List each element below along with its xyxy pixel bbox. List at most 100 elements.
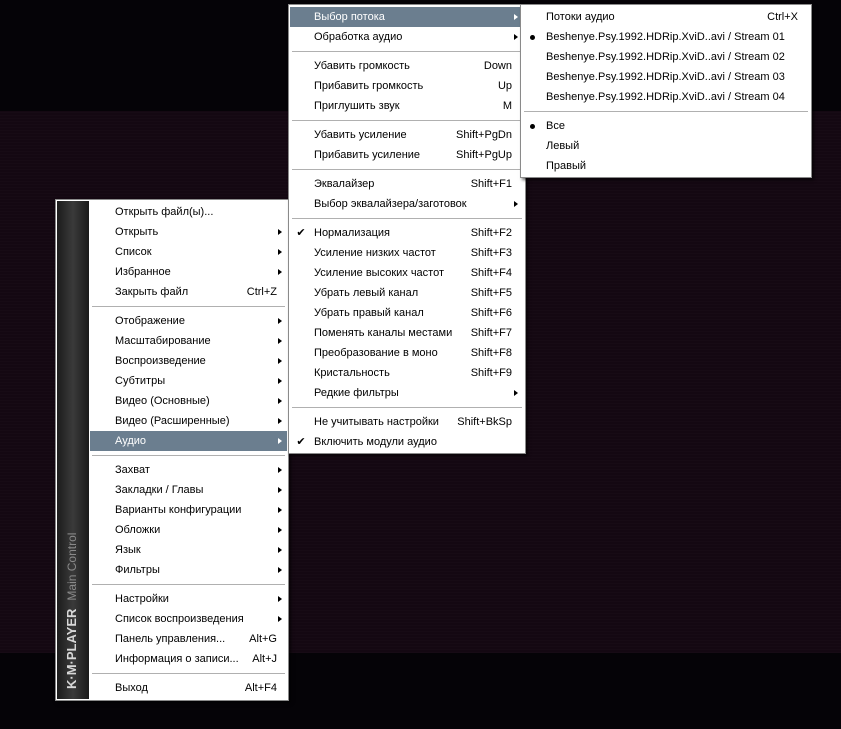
audio-menu-item[interactable]: Прибавить усиление Shift+PgUp [290, 145, 524, 165]
audio-menu-item[interactable]: Не учитывать настройки Shift+BkSp [290, 412, 524, 432]
menu-separator [92, 455, 285, 456]
audio-menu-item-shortcut: Shift+F5 [470, 287, 512, 299]
audio-menu-item-label: Усиление низких частот [314, 247, 436, 259]
stream-menu-item[interactable]: Beshenye.Psy.1992.HDRip.XviD..avi / Stre… [522, 87, 810, 107]
audio-menu-item-label: Убрать левый канал [314, 287, 419, 299]
main-menu-item[interactable]: Масштабирование [90, 331, 287, 351]
main-menu-item-label: Настройки [115, 593, 169, 605]
stream-menu-item-shortcut: Ctrl+X [767, 11, 798, 23]
stream-menu-item-label: Beshenye.Psy.1992.HDRip.XviD..avi / Stre… [546, 71, 785, 83]
submenu-arrow-icon [278, 547, 282, 553]
audio-menu-item[interactable]: Убавить усиление Shift+PgDn [290, 125, 524, 145]
main-menu-item[interactable]: Аудио [90, 431, 287, 451]
audio-menu-item-label: Эквалайзер [314, 178, 375, 190]
main-menu-item[interactable]: Открыть [90, 222, 287, 242]
stream-menu-item-label: Beshenye.Psy.1992.HDRip.XviD..avi / Stre… [546, 31, 785, 43]
checkmark-icon: ✔ [296, 227, 306, 239]
main-menu-item-label: Список воспроизведения [115, 613, 244, 625]
stream-menu-item[interactable]: Левый [522, 136, 810, 156]
audio-menu-item-label: Поменять каналы местами [314, 327, 453, 339]
stream-menu-item-label: Все [546, 120, 565, 132]
stream-menu-item[interactable]: Beshenye.Psy.1992.HDRip.XviD..avi / Stre… [522, 47, 810, 67]
audio-menu-item[interactable]: Выбор эквалайзера/заготовок [290, 194, 524, 214]
main-menu-item[interactable]: Язык [90, 540, 287, 560]
main-menu-item-label: Обложки [115, 524, 161, 536]
audio-menu-item-label: Редкие фильтры [314, 387, 399, 399]
submenu-arrow-icon [278, 507, 282, 513]
submenu-arrow-icon [278, 229, 282, 235]
main-menu-item[interactable]: Список воспроизведения [90, 609, 287, 629]
audio-menu-item-label: Усиление высоких частот [314, 267, 445, 279]
audio-menu-item-shortcut: Shift+PgDn [456, 129, 512, 141]
audio-menu-item[interactable]: Убрать правый канал Shift+F6 [290, 303, 524, 323]
main-menu-item-label: Избранное [115, 266, 171, 278]
audio-menu-item[interactable]: Обработка аудио [290, 27, 524, 47]
main-menu-item-label: Фильтры [115, 564, 160, 576]
audio-menu-item-label: Прибавить громкость [314, 80, 424, 92]
audio-menu-item[interactable]: Усиление высоких частот Shift+F4 [290, 263, 524, 283]
main-menu-item[interactable]: Захват [90, 460, 287, 480]
stream-menu-item-label: Beshenye.Psy.1992.HDRip.XviD..avi / Stre… [546, 51, 785, 63]
main-menu-item[interactable]: Информация о записи... Alt+J [90, 649, 287, 669]
audio-menu-item[interactable]: Редкие фильтры [290, 383, 524, 403]
submenu-arrow-icon [278, 358, 282, 364]
audio-menu-item[interactable]: Преобразование в моно Shift+F8 [290, 343, 524, 363]
audio-menu-item[interactable]: Убавить громкость Down [290, 56, 524, 76]
main-context-menu: K·M·PLAYERMain Control Открыть файл(ы)..… [55, 199, 289, 701]
main-menu-item-label: Закладки / Главы [115, 484, 204, 496]
main-menu-item[interactable]: Открыть файл(ы)... [90, 202, 287, 222]
stream-menu-item[interactable]: Все [522, 116, 810, 136]
main-menu-item[interactable]: Воспроизведение [90, 351, 287, 371]
main-menu-item[interactable]: Список [90, 242, 287, 262]
audio-menu-item[interactable]: Прибавить громкость Up [290, 76, 524, 96]
submenu-arrow-icon [278, 318, 282, 324]
main-menu-item[interactable]: Варианты конфигурации [90, 500, 287, 520]
audio-menu-item-shortcut: Shift+F8 [470, 347, 512, 359]
main-menu-item[interactable]: Фильтры [90, 560, 287, 580]
menu-separator [292, 169, 522, 170]
audio-menu-item[interactable]: Эквалайзер Shift+F1 [290, 174, 524, 194]
audio-menu-item[interactable]: ✔ Нормализация Shift+F2 [290, 223, 524, 243]
audio-menu-item-label: Прибавить усиление [314, 149, 421, 161]
submenu-arrow-icon [278, 338, 282, 344]
main-menu-item[interactable]: Видео (Расширенные) [90, 411, 287, 431]
stream-menu-item[interactable]: Правый [522, 156, 810, 176]
submenu-arrow-icon [278, 269, 282, 275]
main-menu-item[interactable]: Закрыть файл Ctrl+Z [90, 282, 287, 302]
main-menu-item-shortcut: Alt+G [249, 633, 277, 645]
main-menu-item[interactable]: Закладки / Главы [90, 480, 287, 500]
audio-menu-item[interactable]: Приглушить звук M [290, 96, 524, 116]
stream-menu-item[interactable]: Beshenye.Psy.1992.HDRip.XviD..avi / Stre… [522, 67, 810, 87]
main-menu-item[interactable]: Субтитры [90, 371, 287, 391]
main-menu-item-shortcut: Alt+J [252, 653, 277, 665]
main-menu-item-label: Открыть файл(ы)... [115, 206, 214, 218]
submenu-arrow-icon [278, 398, 282, 404]
main-menu-item[interactable]: Обложки [90, 520, 287, 540]
stream-menu-item[interactable]: Потоки аудио Ctrl+X [522, 7, 810, 27]
main-menu-item-label: Панель управления... [115, 633, 226, 645]
main-menu-item[interactable]: Отображение [90, 311, 287, 331]
main-menu-item-label: Воспроизведение [115, 355, 206, 367]
main-menu-item-label: Аудио [115, 435, 147, 447]
stream-select-submenu: Потоки аудио Ctrl+X Beshenye.Psy.1992.HDRi… [520, 4, 812, 178]
main-menu-item[interactable]: Выход Alt+F4 [90, 678, 287, 698]
stream-menu-item[interactable]: Beshenye.Psy.1992.HDRip.XviD..avi / Stre… [522, 27, 810, 47]
main-menu-item[interactable]: Избранное [90, 262, 287, 282]
audio-menu-item-label: Обработка аудио [314, 31, 403, 43]
audio-menu-item[interactable]: ✔ Включить модули аудио [290, 432, 524, 452]
menu-separator [292, 218, 522, 219]
main-menu-item-label: Отображение [115, 315, 185, 327]
audio-menu-item[interactable]: Поменять каналы местами Shift+F7 [290, 323, 524, 343]
main-menu-item[interactable]: Панель управления... Alt+G [90, 629, 287, 649]
submenu-arrow-icon [278, 249, 282, 255]
audio-menu-item-label: Выбор эквалайзера/заготовок [314, 198, 467, 210]
audio-menu-item-shortcut: Shift+F7 [470, 327, 512, 339]
submenu-arrow-icon [514, 201, 518, 207]
audio-menu-item-shortcut: Shift+F1 [470, 178, 512, 190]
audio-menu-item[interactable]: Усиление низких частот Shift+F3 [290, 243, 524, 263]
main-menu-item[interactable]: Настройки [90, 589, 287, 609]
audio-menu-item[interactable]: Выбор потока [290, 7, 524, 27]
audio-menu-item[interactable]: Кристальность Shift+F9 [290, 363, 524, 383]
audio-menu-item[interactable]: Убрать левый канал Shift+F5 [290, 283, 524, 303]
main-menu-item[interactable]: Видео (Основные) [90, 391, 287, 411]
